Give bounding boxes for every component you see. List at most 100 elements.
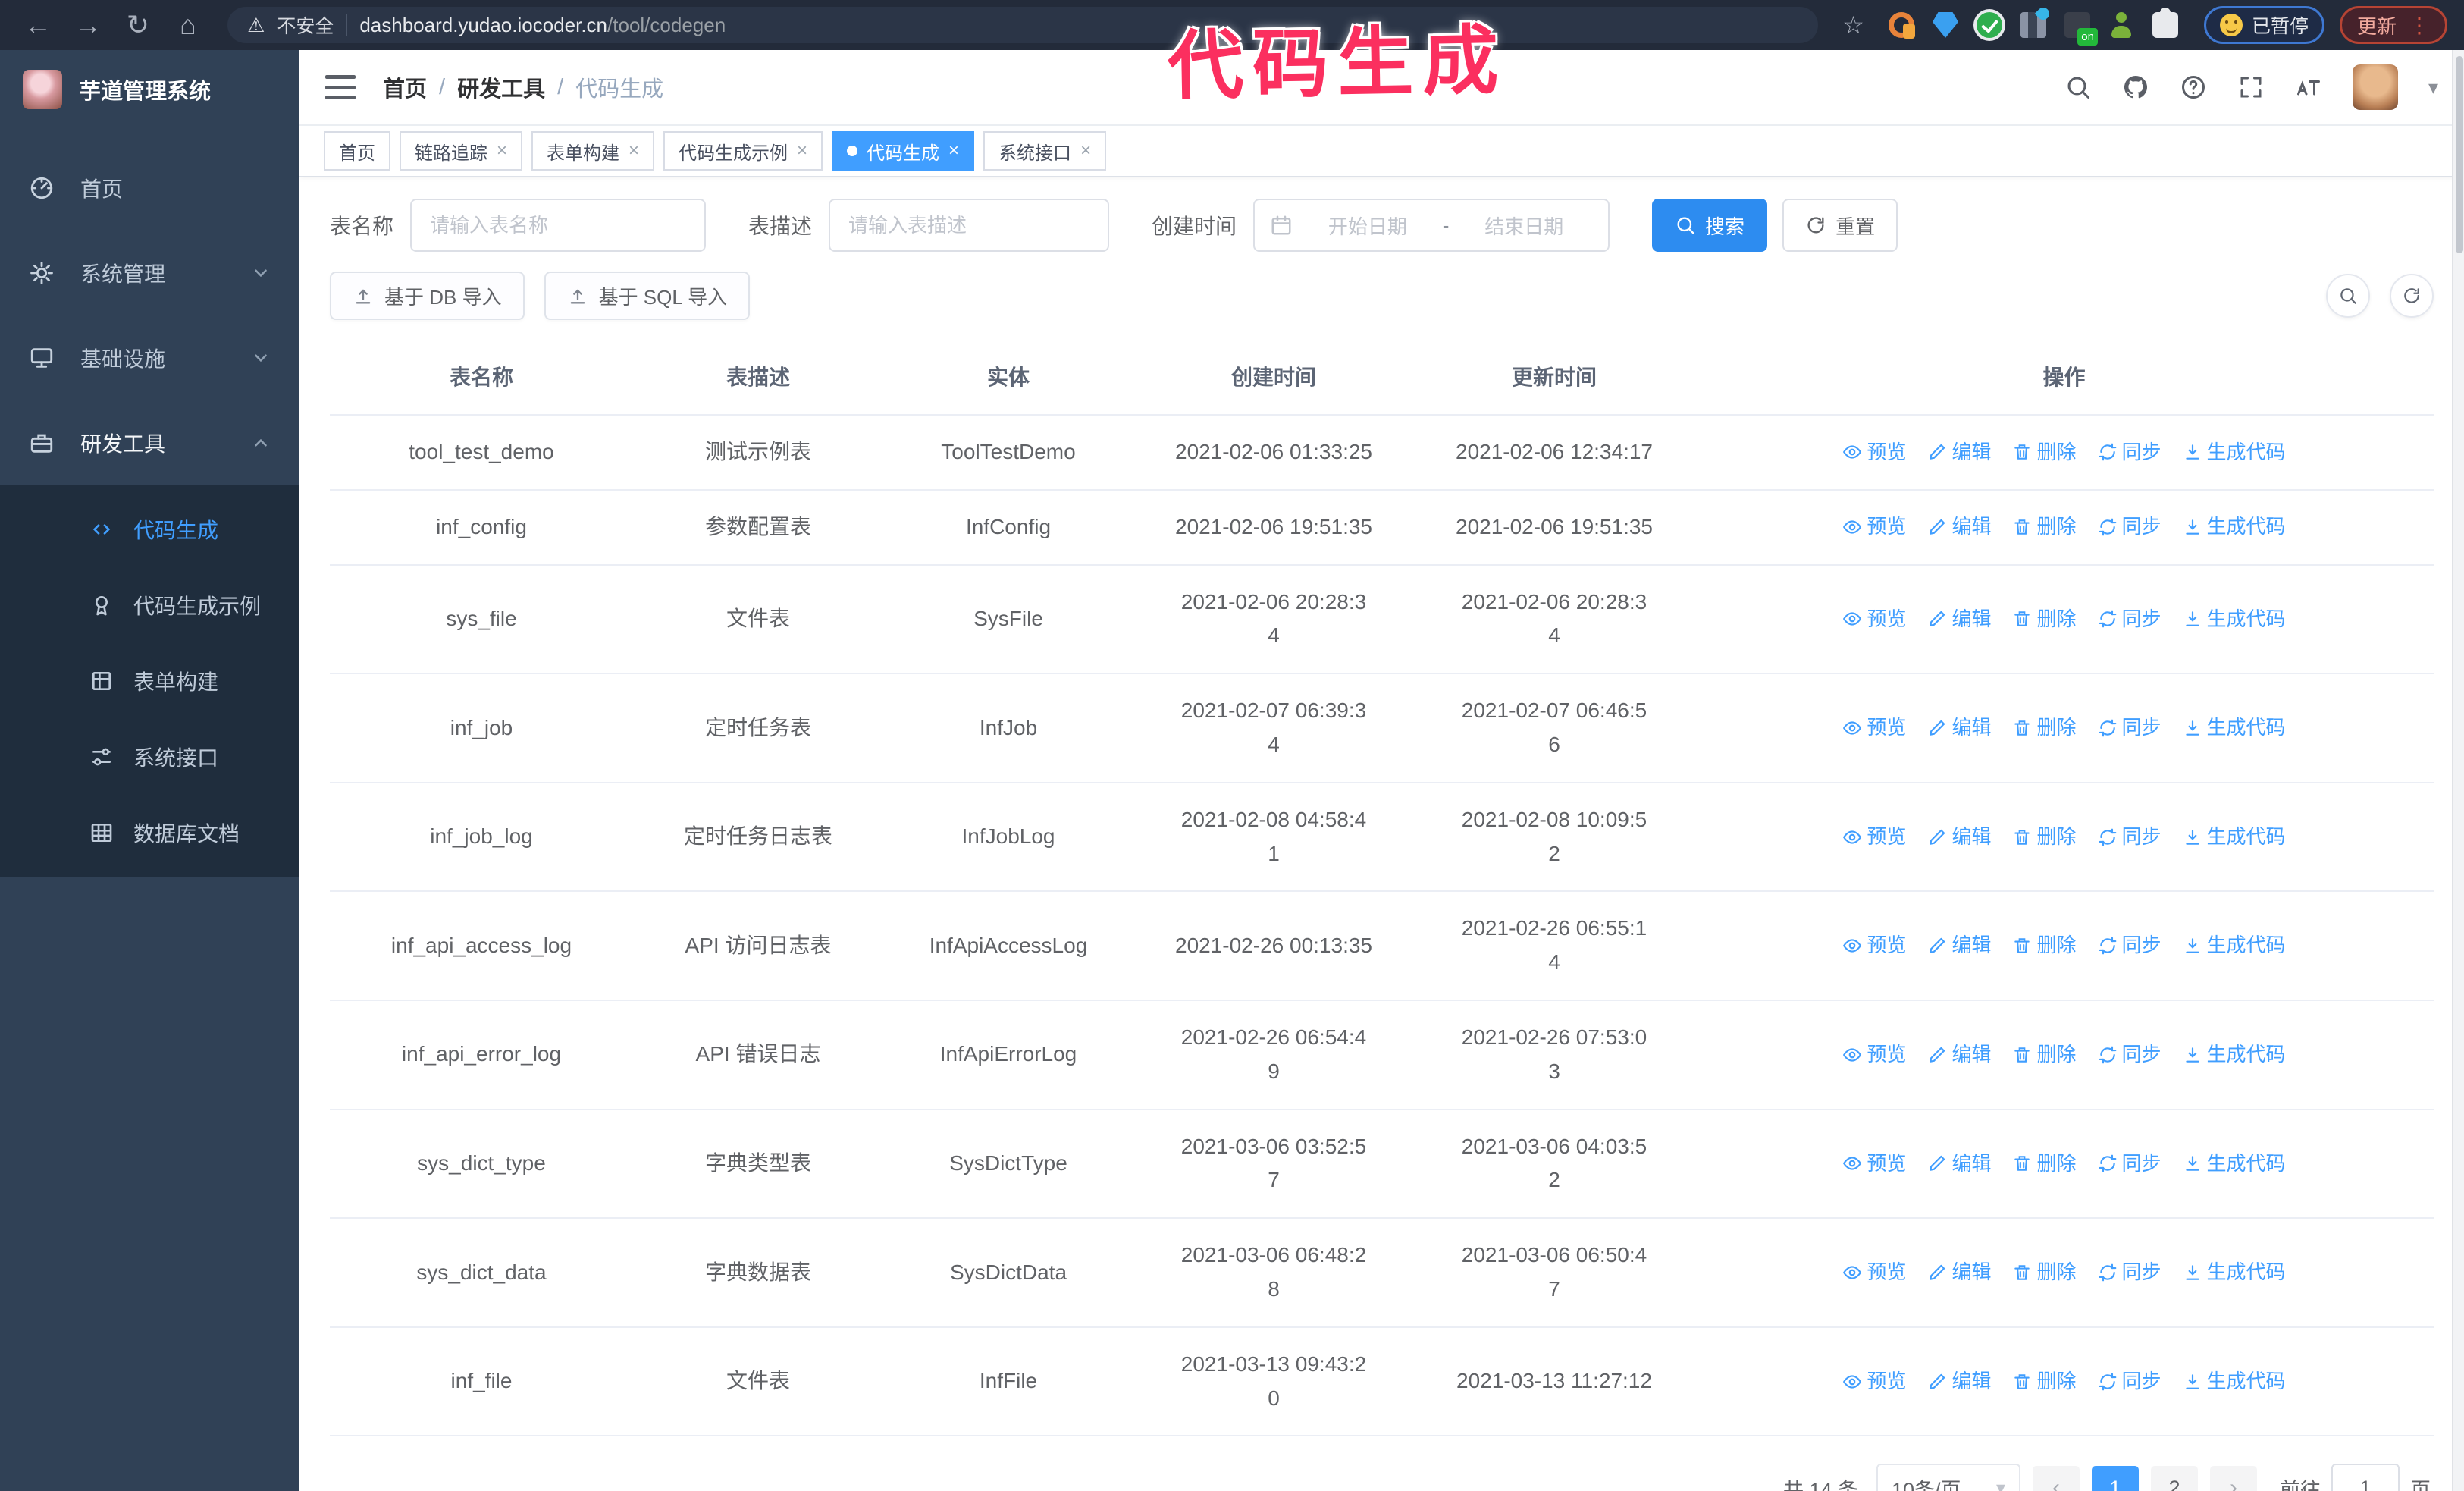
preview-link[interactable]: 预览 — [1842, 821, 1906, 853]
paused-badge[interactable]: 已暂停 — [2203, 6, 2324, 44]
edit-link[interactable]: 编辑 — [1927, 604, 1991, 636]
fullscreen-icon[interactable] — [2237, 74, 2265, 101]
extension-orange-icon[interactable] — [1888, 12, 1915, 39]
edit-link[interactable]: 编辑 — [1927, 821, 1991, 853]
sync-link[interactable]: 同步 — [2098, 712, 2161, 744]
preview-link[interactable]: 预览 — [1842, 930, 1906, 962]
tab-home[interactable]: 首页 — [324, 131, 390, 171]
reset-button[interactable]: 重置 — [1782, 199, 1898, 252]
delete-link[interactable]: 删除 — [2012, 1148, 2077, 1180]
preview-link[interactable]: 预览 — [1842, 437, 1906, 469]
browser-home-icon[interactable]: ⌂ — [167, 4, 209, 46]
sidebar-item-home[interactable]: 首页 — [0, 146, 299, 231]
page-scrollbar[interactable] — [2452, 50, 2464, 1491]
url-text[interactable]: dashboard.yudao.iocoder.cn/tool/codegen — [359, 14, 726, 37]
delete-link[interactable]: 删除 — [2012, 930, 2077, 962]
goto-page-input[interactable] — [2331, 1464, 2400, 1491]
extension-grid-icon[interactable] — [2020, 12, 2046, 38]
sync-link[interactable]: 同步 — [2098, 511, 2161, 543]
sync-link[interactable]: 同步 — [2098, 1039, 2161, 1071]
extension-dark-icon[interactable]: on — [2064, 12, 2098, 46]
close-icon[interactable]: × — [1080, 140, 1091, 162]
delete-link[interactable]: 删除 — [2012, 1039, 2077, 1071]
sidebar-item-codegen[interactable]: 代码生成 — [0, 491, 299, 567]
sync-link[interactable]: 同步 — [2098, 604, 2161, 636]
sync-link[interactable]: 同步 — [2098, 1257, 2161, 1289]
generate-code-link[interactable]: 生成代码 — [2183, 821, 2286, 853]
update-button[interactable]: 更新 ⋮ — [2339, 6, 2447, 44]
sidebar-item-db-doc[interactable]: 数据库文档 — [0, 795, 299, 871]
delete-link[interactable]: 删除 — [2012, 712, 2077, 744]
delete-link[interactable]: 删除 — [2012, 437, 2077, 469]
delete-link[interactable]: 删除 — [2012, 821, 2077, 853]
tab-system-api[interactable]: 系统接口 × — [983, 131, 1107, 171]
preview-link[interactable]: 预览 — [1842, 1257, 1906, 1289]
sidebar-item-form-builder[interactable]: 表单构建 — [0, 643, 299, 719]
sync-link[interactable]: 同步 — [2098, 821, 2161, 853]
preview-link[interactable]: 预览 — [1842, 1366, 1906, 1398]
import-sql-button[interactable]: 基于 SQL 导入 — [544, 272, 751, 320]
preview-link[interactable]: 预览 — [1842, 511, 1906, 543]
delete-link[interactable]: 删除 — [2012, 604, 2077, 636]
extension-person-icon[interactable] — [2108, 12, 2134, 38]
address-bar[interactable]: ⚠ 不安全 dashboard.yudao.iocoder.cn/tool/co… — [227, 7, 1819, 43]
close-icon[interactable]: × — [948, 140, 959, 162]
bookmark-star-icon[interactable]: ☆ — [1842, 11, 1864, 39]
sync-link[interactable]: 同步 — [2098, 930, 2161, 962]
sync-link[interactable]: 同步 — [2098, 437, 2161, 469]
delete-link[interactable]: 删除 — [2012, 1257, 2077, 1289]
toggle-search-button[interactable] — [2326, 274, 2370, 318]
generate-code-link[interactable]: 生成代码 — [2183, 604, 2286, 636]
next-page-button[interactable]: › — [2210, 1466, 2257, 1491]
sidebar-item-codegen-example[interactable]: 代码生成示例 — [0, 567, 299, 643]
help-icon[interactable] — [2180, 74, 2207, 101]
sidebar-item-infra[interactable]: 基础设施 — [0, 315, 299, 400]
tab-form-builder[interactable]: 表单构建 × — [531, 131, 655, 171]
edit-link[interactable]: 编辑 — [1927, 437, 1991, 469]
security-label[interactable]: 不安全 — [277, 11, 334, 39]
extension-puzzle-icon[interactable] — [2152, 8, 2178, 38]
browser-reload-icon[interactable]: ↻ — [117, 4, 159, 46]
page-button-1[interactable]: 1 — [2092, 1466, 2139, 1491]
extension-check-icon[interactable] — [1976, 12, 2002, 38]
edit-link[interactable]: 编辑 — [1927, 1148, 1991, 1180]
generate-code-link[interactable]: 生成代码 — [2183, 1148, 2286, 1180]
delete-link[interactable]: 删除 — [2012, 511, 2077, 543]
page-size-select[interactable]: 10条/页 ▾ — [1876, 1464, 2020, 1491]
user-avatar[interactable] — [2352, 64, 2398, 110]
generate-code-link[interactable]: 生成代码 — [2183, 712, 2286, 744]
tab-codegen-example[interactable]: 代码生成示例 × — [663, 131, 823, 171]
scrollbar-thumb[interactable] — [2456, 56, 2463, 253]
browser-forward-icon[interactable]: → — [67, 4, 109, 46]
date-range-picker[interactable]: 开始日期 - 结束日期 — [1253, 199, 1610, 252]
table-name-input[interactable] — [410, 199, 707, 252]
start-date-placeholder[interactable]: 开始日期 — [1299, 212, 1437, 240]
breadcrumb-devtools[interactable]: 研发工具 — [457, 71, 545, 103]
tab-codegen[interactable]: 代码生成 × — [832, 131, 975, 171]
preview-link[interactable]: 预览 — [1842, 604, 1906, 636]
close-icon[interactable]: × — [629, 140, 639, 162]
github-icon[interactable] — [2122, 74, 2149, 101]
sync-link[interactable]: 同步 — [2098, 1148, 2161, 1180]
tab-tracing[interactable]: 链路追踪 × — [400, 131, 523, 171]
end-date-placeholder[interactable]: 结束日期 — [1455, 212, 1593, 240]
edit-link[interactable]: 编辑 — [1927, 1039, 1991, 1071]
edit-link[interactable]: 编辑 — [1927, 1257, 1991, 1289]
preview-link[interactable]: 预览 — [1842, 1039, 1906, 1071]
search-icon[interactable] — [2064, 74, 2092, 101]
sidebar-item-devtools[interactable]: 研发工具 — [0, 400, 299, 485]
close-icon[interactable]: × — [797, 140, 807, 162]
generate-code-link[interactable]: 生成代码 — [2183, 1257, 2286, 1289]
browser-menu-dots-icon[interactable]: ⋮ — [2409, 13, 2430, 38]
delete-link[interactable]: 删除 — [2012, 1366, 2077, 1398]
sidebar-item-system-api[interactable]: 系统接口 — [0, 719, 299, 795]
avatar-caret-down-icon[interactable]: ▾ — [2428, 76, 2438, 99]
table-desc-input[interactable] — [829, 199, 1110, 252]
font-size-icon[interactable] — [2295, 74, 2322, 101]
edit-link[interactable]: 编辑 — [1927, 712, 1991, 744]
edit-link[interactable]: 编辑 — [1927, 930, 1991, 962]
generate-code-link[interactable]: 生成代码 — [2183, 1366, 2286, 1398]
search-button[interactable]: 搜索 — [1652, 199, 1768, 252]
generate-code-link[interactable]: 生成代码 — [2183, 930, 2286, 962]
close-icon[interactable]: × — [497, 140, 507, 162]
